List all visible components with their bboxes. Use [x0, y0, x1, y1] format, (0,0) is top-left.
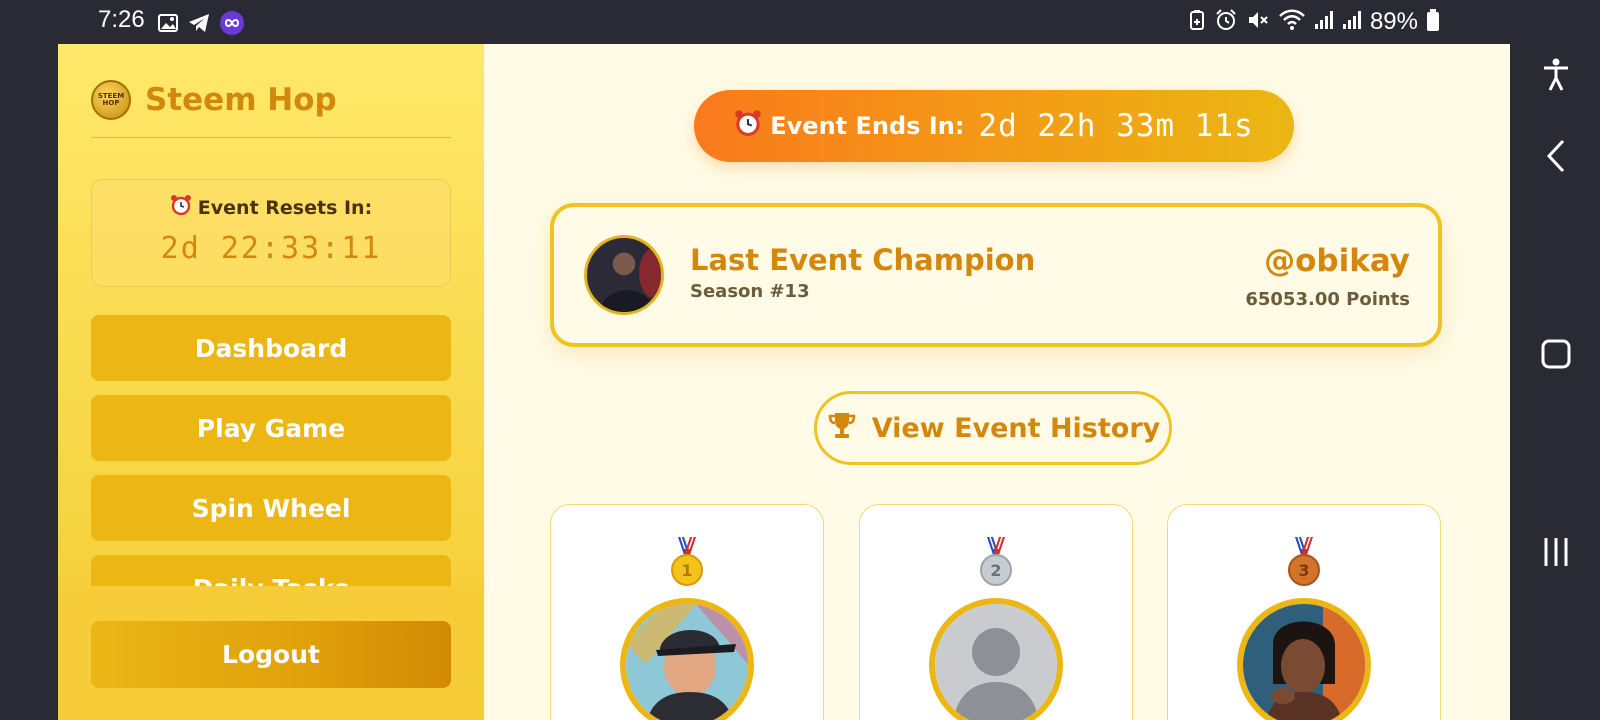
gallery-icon [157, 12, 179, 38]
podium-card-3[interactable]: 3 [1167, 504, 1441, 720]
history-label: View Event History [871, 412, 1161, 444]
event-timer-banner: Event Ends In: 2d 22h 33m 11s [694, 90, 1294, 162]
podium-card-2[interactable]: 2 [859, 504, 1133, 720]
view-event-history-button[interactable]: View Event History [814, 391, 1172, 465]
battery-icon [1426, 8, 1440, 36]
reset-countdown: 2d 22:33:11 [160, 231, 382, 266]
podium-avatar-2 [929, 598, 1063, 720]
brand[interactable]: STEEM HOP Steem Hop [91, 80, 337, 120]
logout-button[interactable]: Logout [91, 621, 451, 688]
wifi-icon [1278, 8, 1306, 36]
sidebar-item-play-game[interactable]: Play Game [91, 395, 451, 461]
divider [91, 137, 451, 138]
alarm-icon [1214, 8, 1238, 36]
event-countdown: 2d 22h 33m 11s [978, 108, 1254, 144]
champion-username[interactable]: @obikay [1264, 243, 1410, 279]
battery-saver-icon [1188, 9, 1206, 35]
alarm-clock-icon [734, 109, 762, 143]
mute-icon [1246, 8, 1270, 36]
alarm-clock-icon [170, 194, 192, 221]
sidebar-menu: Dashboard Play Game Spin Wheel Daily Tas… [91, 315, 451, 631]
reset-title: Event Resets In: [92, 194, 450, 221]
signal-icon-2 [1342, 9, 1362, 35]
signal-icon-1 [1314, 9, 1334, 35]
podium-avatar-3 [1237, 598, 1371, 720]
svg-text:3: 3 [1298, 561, 1309, 580]
timer-label-group: Event Ends In: [734, 109, 964, 143]
bronze-medal-icon: 3 [1287, 536, 1321, 587]
champion-title: Last Event Champion [690, 243, 1036, 277]
telegram-icon [187, 12, 211, 38]
app-window: STEEM HOP Steem Hop Event Resets In: 2d … [58, 44, 1510, 720]
sidebar-item-dashboard[interactable]: Dashboard [91, 315, 451, 381]
brand-name: Steem Hop [145, 82, 337, 118]
status-time: 7:26 [98, 6, 145, 33]
champion-points: 65053.00 Points [1245, 289, 1410, 310]
svg-text:1: 1 [681, 561, 692, 580]
podium-avatar-1 [620, 598, 754, 720]
trophy-icon [826, 411, 858, 445]
gold-medal-icon: 1 [670, 536, 704, 587]
reset-title-label: Event Resets In: [197, 196, 373, 219]
event-reset-panel: Event Resets In: 2d 22:33:11 [91, 179, 451, 287]
sidebar-item-spin-wheel[interactable]: Spin Wheel [91, 475, 451, 541]
sidebar: STEEM HOP Steem Hop Event Resets In: 2d … [58, 44, 484, 720]
accessibility-icon[interactable] [1538, 56, 1574, 92]
home-icon[interactable] [1538, 336, 1574, 372]
main-content: Event Ends In: 2d 22h 33m 11s Last Event… [484, 44, 1510, 720]
svg-text:2: 2 [990, 561, 1001, 580]
back-icon[interactable] [1538, 138, 1574, 174]
silver-medal-icon: 2 [979, 536, 1013, 587]
app-notification-icon [219, 10, 245, 40]
status-icons-left [157, 10, 245, 40]
brand-logo: STEEM HOP [91, 80, 131, 120]
champion-season: Season #13 [690, 281, 810, 302]
status-bar: 7:26 89% [0, 0, 1600, 44]
status-icons-right: 89% [1188, 8, 1440, 36]
timer-label: Event Ends In: [770, 112, 965, 140]
recents-icon[interactable] [1538, 534, 1574, 570]
system-nav-bar [1510, 44, 1600, 720]
podium-card-1[interactable]: 1 [550, 504, 824, 720]
champion-avatar [584, 235, 664, 315]
battery-percent: 89% [1369, 8, 1418, 35]
last-champion-card: Last Event Champion Season #13 @obikay 6… [550, 203, 1442, 347]
